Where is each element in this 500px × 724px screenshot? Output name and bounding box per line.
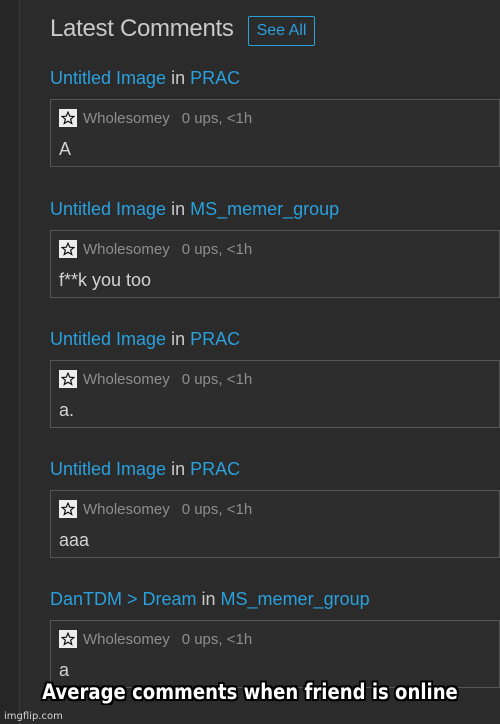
star-icon[interactable] [59, 500, 77, 518]
comment-meta: Wholesomey 0 ups, <1h [59, 369, 491, 389]
stream-link[interactable]: MS_memer_group [221, 589, 370, 609]
comment-context: Untitled Image in PRAC [50, 328, 500, 350]
comment-box: Wholesomey 0 ups, <1h f**k you too [50, 230, 500, 298]
username-link[interactable]: Wholesomey [83, 371, 170, 388]
comment-box: Wholesomey 0 ups, <1h a [50, 620, 500, 688]
username-link[interactable]: Wholesomey [83, 631, 170, 648]
comment-context: Untitled Image in PRAC [50, 67, 500, 89]
comment-item: Untitled Image in MS_memer_group Wholeso… [50, 198, 500, 298]
comment-item: Untitled Image in PRAC Wholesomey 0 ups,… [50, 328, 500, 428]
comment-box: Wholesomey 0 ups, <1h aaa [50, 490, 500, 558]
ups-timestamp: 0 ups, <1h [181, 370, 253, 388]
comment-box: Wholesomey 0 ups, <1h A [50, 99, 500, 167]
ups-timestamp: 0 ups, <1h [181, 109, 253, 127]
ups-timestamp: 0 ups, <1h [181, 240, 253, 258]
context-connector: in [166, 68, 191, 88]
image-title-link[interactable]: Untitled Image [50, 329, 166, 349]
stream-link[interactable]: PRAC [190, 68, 240, 88]
star-icon[interactable] [59, 370, 77, 388]
meme-caption: Average comments when friend is online [42, 680, 458, 704]
comment-context: Untitled Image in PRAC [50, 458, 500, 480]
star-icon[interactable] [59, 240, 77, 258]
comment-text: A [59, 139, 72, 159]
comment-text: a [59, 660, 70, 680]
comment-meta: Wholesomey 0 ups, <1h [59, 239, 491, 259]
ups-timestamp: 0 ups, <1h [181, 500, 253, 518]
comment-context: DanTDM > Dream in MS_memer_group [50, 588, 500, 610]
image-title-link[interactable]: Untitled Image [50, 68, 166, 88]
image-title-link[interactable]: DanTDM > Dream [50, 589, 197, 609]
comment-text: aaa [59, 530, 90, 550]
image-title-link[interactable]: Untitled Image [50, 459, 166, 479]
stream-link[interactable]: MS_memer_group [190, 199, 339, 219]
stream-link[interactable]: PRAC [190, 459, 240, 479]
comment-item: Untitled Image in PRAC Wholesomey 0 ups,… [50, 458, 500, 558]
comments-header: Latest Comments See All [50, 12, 316, 46]
star-icon[interactable] [59, 109, 77, 127]
see-all-button[interactable]: See All [247, 16, 316, 46]
comment-context: Untitled Image in MS_memer_group [50, 198, 500, 220]
comment-item: Untitled Image in PRAC Wholesomey 0 ups,… [50, 67, 500, 167]
ups-timestamp: 0 ups, <1h [181, 630, 253, 648]
comment-item: DanTDM > Dream in MS_memer_group Wholeso… [50, 588, 500, 688]
username-link[interactable]: Wholesomey [83, 241, 170, 258]
star-icon[interactable] [59, 630, 77, 648]
stream-link[interactable]: PRAC [190, 329, 240, 349]
context-connector: in [166, 329, 191, 349]
comment-meta: Wholesomey 0 ups, <1h [59, 629, 491, 649]
username-link[interactable]: Wholesomey [83, 501, 170, 518]
comment-meta: Wholesomey 0 ups, <1h [59, 108, 491, 128]
username-link[interactable]: Wholesomey [83, 110, 170, 127]
context-connector: in [166, 459, 191, 479]
comment-text: a. [59, 400, 75, 420]
section-title: Latest Comments [50, 15, 234, 42]
comment-box: Wholesomey 0 ups, <1h a. [50, 360, 500, 428]
image-title-link[interactable]: Untitled Image [50, 199, 166, 219]
comment-meta: Wholesomey 0 ups, <1h [59, 499, 491, 519]
left-panel-border [0, 0, 20, 724]
imgflip-watermark: imgflip.com [4, 711, 63, 722]
context-connector: in [196, 589, 221, 609]
context-connector: in [166, 199, 191, 219]
comment-text: f**k you too [59, 270, 152, 290]
